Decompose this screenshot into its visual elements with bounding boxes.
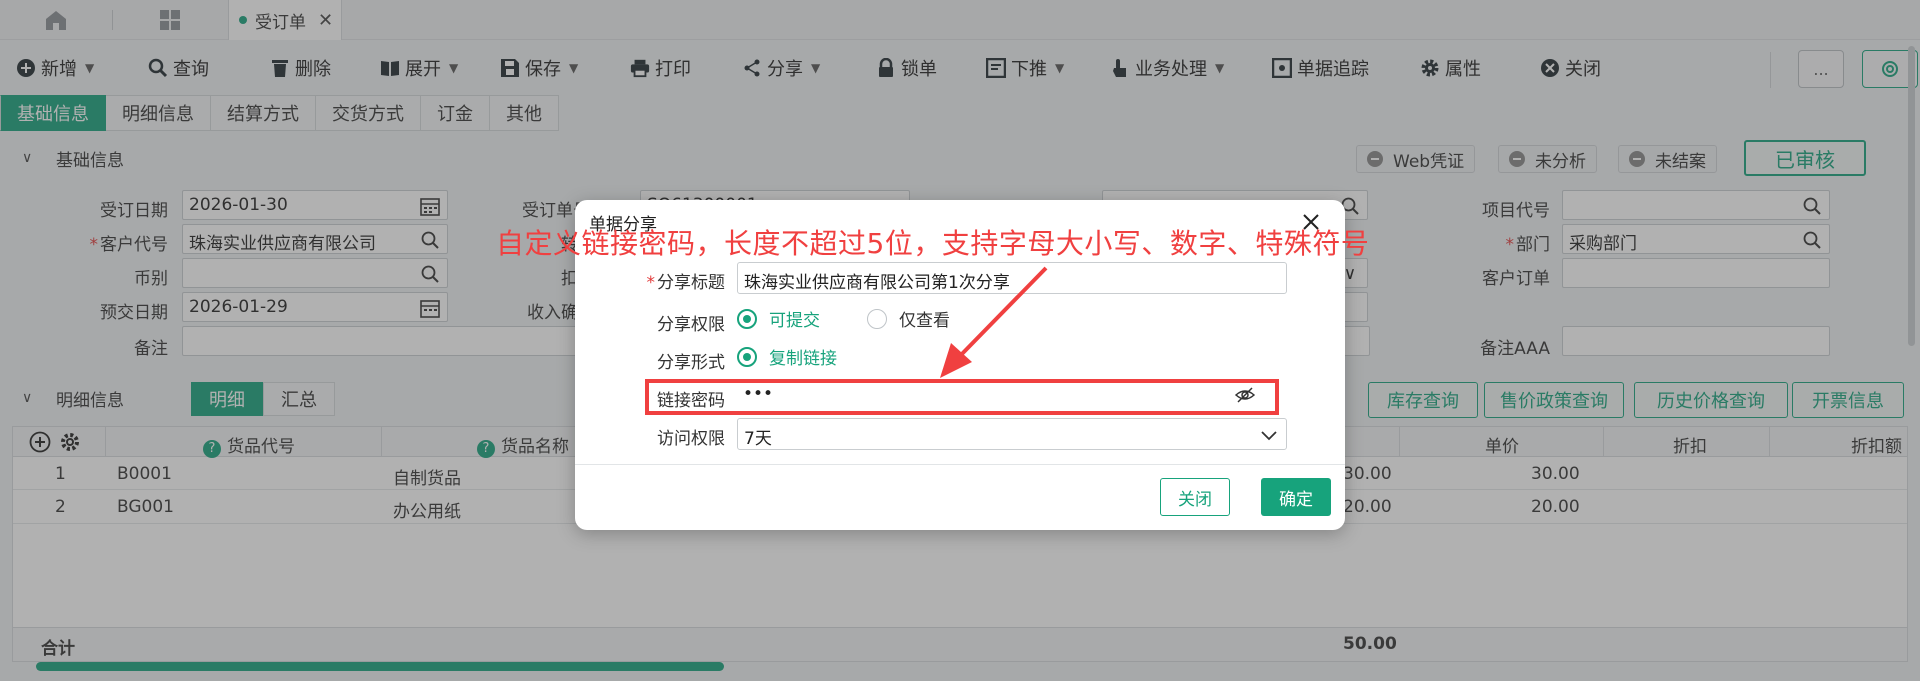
share-title-input[interactable]: 珠海实业供应商有限公司第1次分享: [737, 262, 1287, 294]
share-permission-label: 分享权限: [657, 315, 725, 335]
radio-selected-icon: [737, 308, 757, 329]
close-button[interactable]: 关闭: [1160, 478, 1230, 516]
annotation-text: 自定义链接密码，长度不超过5位，支持字母大小写、数字、特殊符号: [496, 227, 1370, 260]
label-text: 分享标题: [657, 273, 725, 293]
select-value: 7天: [744, 429, 772, 449]
permission-submit-radio[interactable]: 可提交: [737, 306, 820, 331]
confirm-button[interactable]: 确定: [1261, 478, 1331, 516]
form-copy-link-radio[interactable]: 复制链接: [737, 344, 837, 369]
radio-label: 仅查看: [899, 311, 950, 331]
highlight-box: [645, 379, 1279, 415]
access-select[interactable]: 7天: [737, 418, 1287, 450]
radio-empty-icon: [867, 308, 887, 329]
permission-view-radio[interactable]: 仅查看: [867, 306, 950, 331]
radio-label: 复制链接: [769, 349, 837, 369]
access-label: 访问权限: [657, 429, 725, 449]
divider: [575, 464, 1345, 465]
radio-label: 可提交: [769, 311, 820, 331]
radio-selected-icon: [737, 346, 757, 367]
chevron-down-icon: [1260, 427, 1278, 447]
share-form-label: 分享形式: [657, 353, 725, 373]
share-title-label: * 分享标题: [646, 273, 726, 293]
